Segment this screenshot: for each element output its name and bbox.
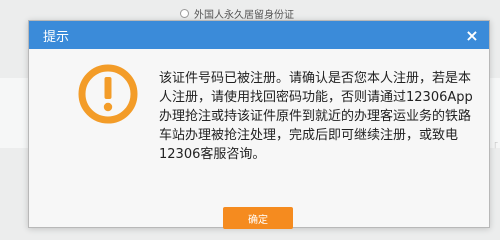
close-icon[interactable]: × <box>463 26 481 45</box>
id-type-radio-option[interactable]: 外国人永久居留身份证 <box>180 6 294 21</box>
dialog-message: 该证件号码已被注册。请确认是否您本人注册，若是本人注册，请使用找回密码功能，否则… <box>159 71 473 162</box>
dialog-title: 提示 <box>43 29 70 45</box>
alert-dialog: 提示 × 该证件号码已被注册。请确认是否您本人注册，若是本人注册，请使用找回密码… <box>28 20 490 229</box>
background-hint-glyph: 「 <box>488 143 498 153</box>
dialog-body: 该证件号码已被注册。请确认是否您本人注册，若是本人注册，请使用找回密码功能，否则… <box>29 49 489 229</box>
confirm-button[interactable]: 确定 <box>223 207 293 229</box>
radio-button[interactable] <box>180 9 189 18</box>
radio-label: 外国人永久居留身份证 <box>194 10 294 21</box>
warning-icon <box>78 64 138 124</box>
dialog-header: 提示 × <box>29 21 489 49</box>
